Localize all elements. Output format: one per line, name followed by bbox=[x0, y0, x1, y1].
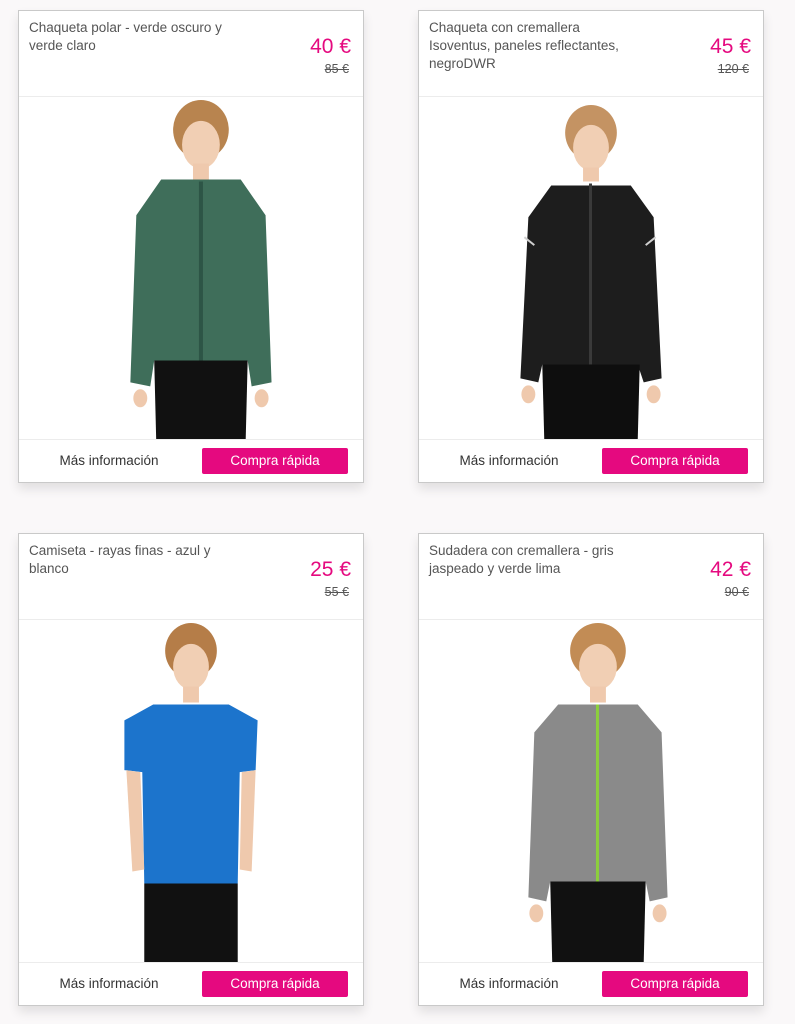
product-card-footer: Más información Compra rápida bbox=[419, 439, 763, 482]
product-old-price: 90 € bbox=[724, 585, 749, 599]
model-figure bbox=[520, 104, 662, 441]
product-old-price: 85 € bbox=[324, 62, 349, 76]
product-image[interactable] bbox=[19, 97, 363, 441]
model-figure bbox=[124, 622, 258, 964]
product-image[interactable] bbox=[419, 620, 763, 964]
product-title[interactable]: Chaqueta polar - verde oscuro y verde cl… bbox=[29, 19, 234, 55]
quick-buy-button[interactable]: Compra rápida bbox=[202, 971, 348, 997]
product-old-price: 120 € bbox=[717, 62, 749, 76]
model-figure bbox=[130, 99, 272, 441]
product-card-footer: Más información Compra rápida bbox=[19, 962, 363, 1005]
garment bbox=[124, 704, 258, 884]
model-figure bbox=[528, 622, 668, 964]
more-info-link[interactable]: Más información bbox=[419, 440, 599, 482]
product-price: 40 € bbox=[310, 35, 351, 58]
more-info-link[interactable]: Más información bbox=[19, 963, 199, 1005]
product-card-header: Chaqueta polar - verde oscuro y verde cl… bbox=[19, 11, 363, 97]
product-card-footer: Más información Compra rápida bbox=[19, 439, 363, 482]
product-image[interactable] bbox=[419, 97, 763, 441]
quick-buy-button[interactable]: Compra rápida bbox=[602, 448, 748, 474]
product-title[interactable]: Camiseta - rayas finas - azul y blanco bbox=[29, 542, 234, 578]
product-card-header: Camiseta - rayas finas - azul y blanco 2… bbox=[19, 534, 363, 620]
quick-buy-button[interactable]: Compra rápida bbox=[602, 971, 748, 997]
product-title[interactable]: Chaqueta con cremallera Isoventus, panel… bbox=[429, 19, 634, 73]
product-price: 25 € bbox=[310, 558, 351, 581]
product-card: Chaqueta con cremallera Isoventus, panel… bbox=[418, 10, 764, 483]
product-title[interactable]: Sudadera con cremallera - gris jaspeado … bbox=[429, 542, 634, 578]
product-card: Sudadera con cremallera - gris jaspeado … bbox=[418, 533, 764, 1006]
more-info-link[interactable]: Más información bbox=[19, 440, 199, 482]
product-price: 45 € bbox=[710, 35, 751, 58]
product-card: Camiseta - rayas finas - azul y blanco 2… bbox=[18, 533, 364, 1006]
quick-buy-button[interactable]: Compra rápida bbox=[202, 448, 348, 474]
product-card-footer: Más información Compra rápida bbox=[419, 962, 763, 1005]
product-card: Chaqueta polar - verde oscuro y verde cl… bbox=[18, 10, 364, 483]
product-old-price: 55 € bbox=[324, 585, 349, 599]
product-card-header: Chaqueta con cremallera Isoventus, panel… bbox=[419, 11, 763, 97]
more-info-link[interactable]: Más información bbox=[419, 963, 599, 1005]
product-image[interactable] bbox=[19, 620, 363, 964]
product-price: 42 € bbox=[710, 558, 751, 581]
product-card-header: Sudadera con cremallera - gris jaspeado … bbox=[419, 534, 763, 620]
